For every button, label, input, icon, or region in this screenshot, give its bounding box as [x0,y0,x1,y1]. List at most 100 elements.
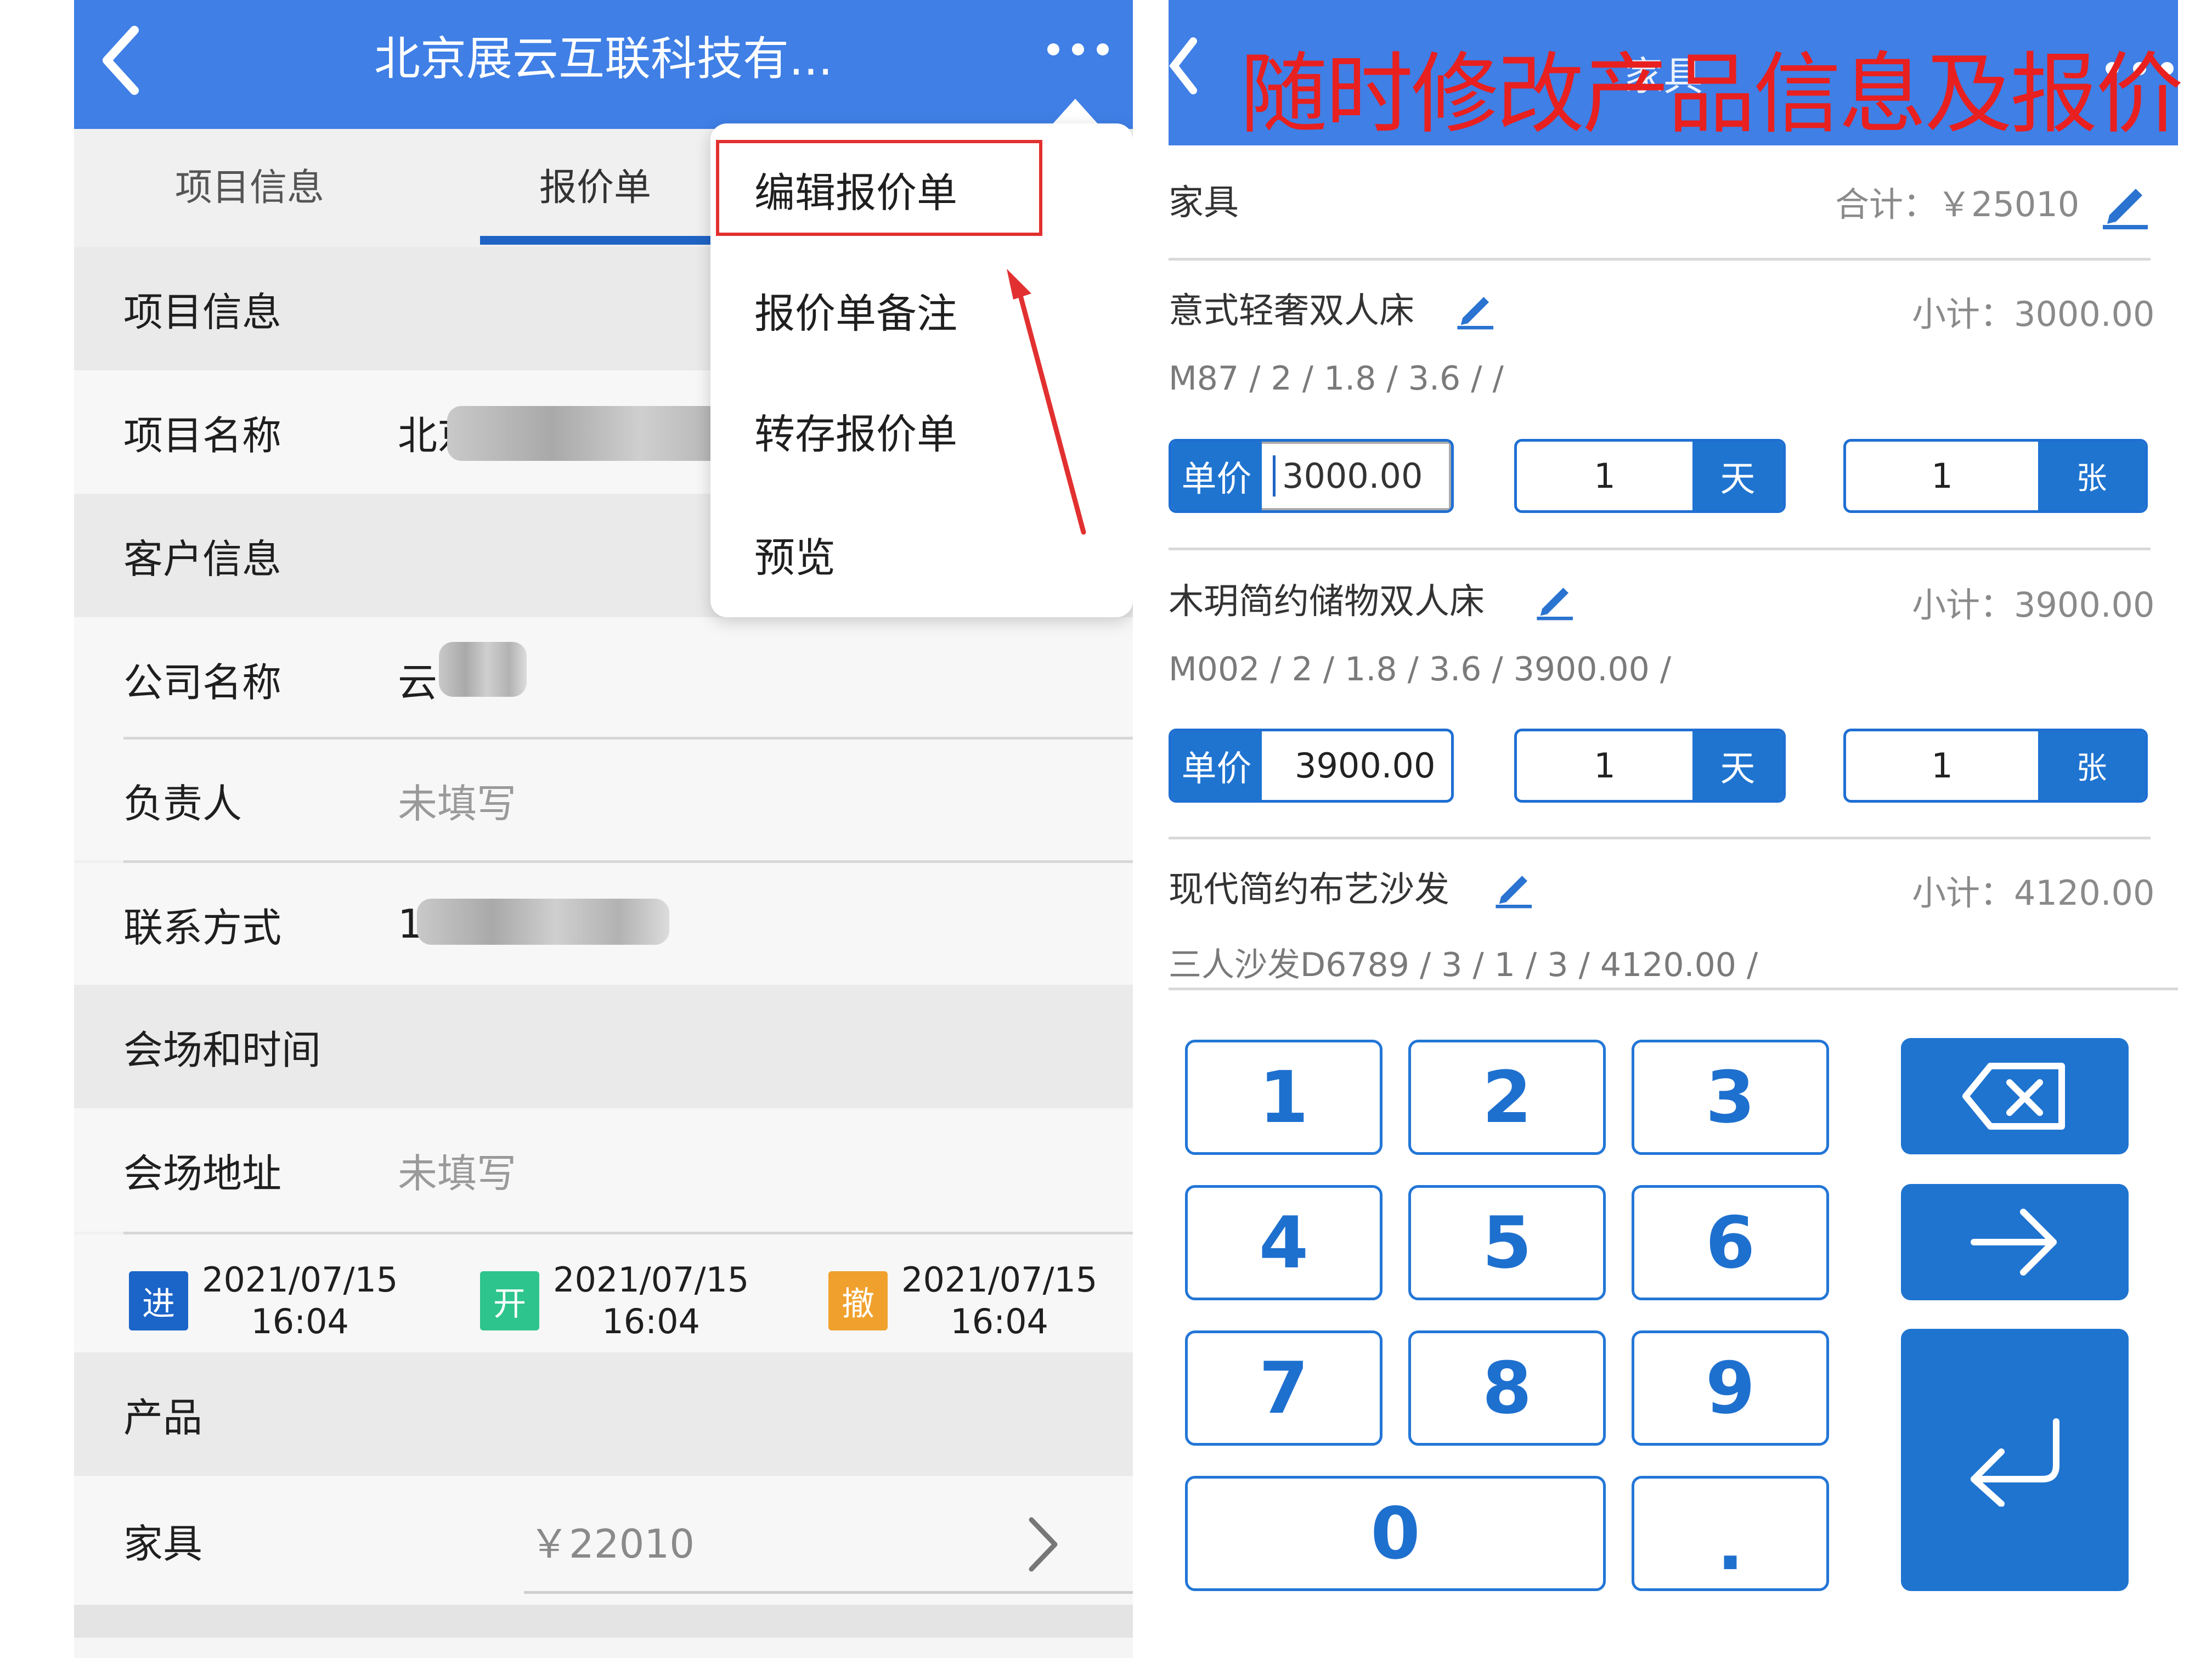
field-label: 联系方式 [123,904,282,951]
row-venue[interactable]: 会场地址 未填写 [74,1108,1133,1232]
highlight-box [716,140,1042,236]
key-7[interactable]: 7 [1185,1330,1383,1446]
key-1[interactable]: 1 [1185,1040,1383,1155]
enter-key[interactable] [1901,1329,2129,1591]
duration-value: 1 [1594,456,1616,496]
field-label: 项目名称 [123,413,282,459]
item-name: 意式轻奢双人床 [1169,291,1414,331]
count-value: 1 [1931,456,1953,496]
section-title: 会场和时间 [123,1027,321,1073]
count-unit: 张 [2038,442,2145,510]
date-teardown[interactable]: 撤 2021/07/15 16:04 [828,1259,1097,1343]
annotation-title: 随时修改产品信息及报价 [1240,43,2183,145]
edit-pencil-icon[interactable] [1533,577,1577,621]
item-spec: 三人沙发D6789 / 3 / 1 / 3 / 4120.00 / [1169,946,1758,984]
field-placeholder: 未填写 [398,780,517,827]
more-icon[interactable] [1045,38,1111,60]
menu-item-save-as-quote[interactable]: 转存报价单 [754,398,957,464]
unit-price-label: 单价 [1171,731,1262,800]
product-amount: ￥22010 [529,1521,695,1567]
field-label: 负责人 [123,780,242,827]
count-stepper[interactable]: 1 张 [1843,439,2148,513]
row-person[interactable]: 负责人 未填写 [74,740,1133,860]
annotation-arrow [1007,269,1086,535]
spacer [74,1638,1133,1658]
date-move-in[interactable]: 进 2021/07/15 16:04 [129,1259,398,1343]
menu-item-quote-note[interactable]: 报价单备注 [754,277,957,343]
divider [1169,548,2151,550]
key-6[interactable]: 6 [1632,1185,1829,1300]
spacer [74,1605,1133,1638]
section-products: 产品 [74,1352,1133,1476]
duration-unit: 天 [1692,442,1783,510]
count-stepper[interactable]: 1 张 [1843,729,2148,803]
app-header: 家具 随时修改产品信息及报价 [1169,0,2183,145]
active-tab-indicator [480,236,721,245]
tab-quote[interactable]: 报价单 [480,129,710,239]
key-8[interactable]: 8 [1408,1330,1606,1446]
field-placeholder: 未填写 [398,1151,517,1197]
backspace-icon [1962,1063,2065,1130]
item-spec: M002 / 2 / 1.8 / 3.6 / 3900.00 / [1169,650,1672,689]
key-5[interactable]: 5 [1408,1185,1606,1300]
redacted-blur [439,642,527,697]
divider [1169,258,2151,261]
edit-pencil-icon[interactable] [2098,176,2153,230]
count-value: 1 [1931,746,1953,786]
item-subtotal: 小计：3900.00 [1912,585,2155,625]
edit-pencil-icon[interactable] [1492,865,1536,909]
key-4[interactable]: 4 [1185,1185,1383,1300]
unit-price-input[interactable]: 单价 3900.00 [1169,729,1454,803]
redacted-blur [417,899,669,945]
item-name: 木玥简约储物双人床 [1169,582,1485,622]
key-9[interactable]: 9 [1632,1330,1829,1446]
row-product-furniture[interactable]: 家具 ￥22010 [74,1476,1133,1605]
badge-teardown: 撤 [828,1271,888,1330]
item-spec: M87 / 2 / 1.8 / 3.6 / / [1169,359,1504,398]
chevron-right-icon [1029,1517,1058,1572]
unit-price-input[interactable]: 单价 3000.00 [1169,439,1454,513]
date-open[interactable]: 开 2021/07/15 16:04 [480,1259,749,1343]
category-name: 家具 [1169,183,1239,223]
key-3[interactable]: 3 [1632,1040,1829,1155]
left-screen: 北京展云互联科技有... 项目信息 报价单 项目信息 项目名称 北京 客户信息 … [74,0,1133,1658]
item-name: 现代简约布艺沙发 [1169,870,1449,910]
date-text: 2021/07/15 [202,1260,398,1300]
tab-project-info[interactable]: 项目信息 [74,129,425,239]
field-label: 会场地址 [123,1151,282,1197]
time-text: 16:04 [251,1301,349,1341]
key-2[interactable]: 2 [1408,1040,1606,1155]
app-header: 北京展云互联科技有... [74,0,1133,129]
section-title: 客户信息 [123,536,282,582]
key-decimal[interactable]: . [1632,1476,1829,1591]
edit-pencil-icon[interactable] [1454,286,1498,330]
badge-move-in: 进 [129,1271,188,1330]
duration-unit: 天 [1692,731,1783,800]
backspace-key[interactable] [1901,1038,2129,1154]
duration-value: 1 [1594,746,1616,786]
key-0[interactable]: 0 [1185,1476,1606,1591]
divider [1169,837,2151,839]
page-title: 北京展云互联科技有... [374,32,833,86]
count-unit: 张 [2038,731,2145,800]
product-category: 家具 [123,1521,203,1567]
next-key[interactable] [1901,1184,2129,1300]
text-cursor [1273,455,1276,497]
section-venue-time: 会场和时间 [74,985,1133,1108]
divider [1169,988,2178,990]
row-contact[interactable]: 联系方式 1 [74,863,1133,985]
section-title: 项目信息 [123,289,282,335]
back-icon[interactable] [1169,36,1201,96]
duration-stepper[interactable]: 1 天 [1514,439,1786,513]
time-text: 16:04 [602,1301,701,1341]
date-text: 2021/07/15 [553,1260,749,1300]
date-row: 进 2021/07/15 16:04 开 2021/07/15 16:04 撤 … [74,1234,1133,1352]
badge-open: 开 [480,1271,539,1330]
menu-item-preview[interactable]: 预览 [754,521,836,587]
field-label: 公司名称 [123,659,282,706]
unit-price-value: 3900.00 [1295,746,1436,786]
menu-pointer [1051,99,1100,126]
field-value: 云 [398,659,438,706]
row-company-name[interactable]: 公司名称 云 [74,617,1133,741]
duration-stepper[interactable]: 1 天 [1514,729,1786,803]
